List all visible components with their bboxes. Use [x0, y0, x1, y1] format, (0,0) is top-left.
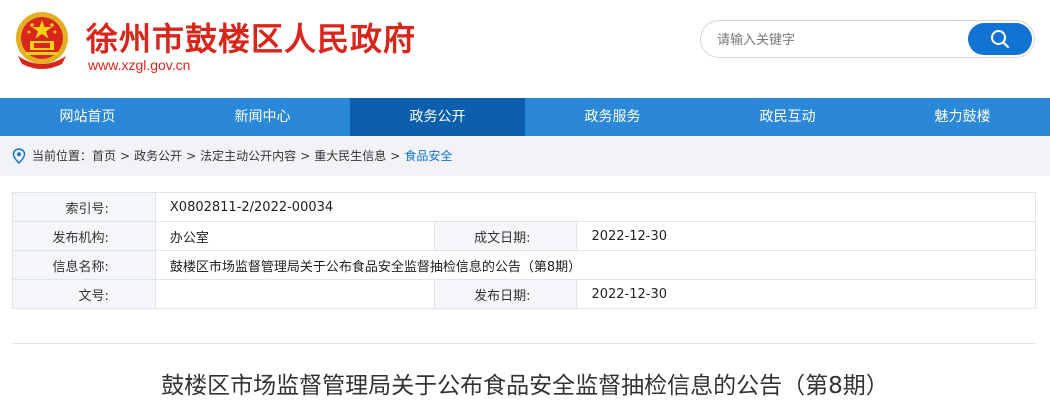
site-title[interactable]: 徐州市鼓楼区人民政府 [86, 14, 416, 60]
breadcrumb-separator: > [300, 148, 311, 163]
nav-item-gov-affairs[interactable]: 政务公开 [350, 98, 525, 136]
document-number-label: 文号: [12, 279, 156, 309]
index-number-label: 索引号: [12, 192, 156, 222]
breadcrumb-separator: > [390, 148, 401, 163]
info-name-value: 鼓楼区市场监督管理局关于公布食品安全监督抽检信息的公告（第8期） [154, 250, 1037, 280]
nav-item-charm-gulou[interactable]: 魅力鼓楼 [875, 98, 1050, 136]
breadcrumb-livelihood[interactable]: 重大民生信息 [314, 147, 386, 164]
index-number-value: X0802811-2/2022-00034 [154, 192, 1037, 222]
published-date-value: 2022-12-30 [576, 279, 1036, 309]
site-header: 徐州市鼓楼区人民政府 www.xzgl.gov.cn [0, 0, 1050, 98]
national-emblem-icon [16, 12, 68, 69]
table-row: 信息名称: 鼓楼区市场监督管理局关于公布食品安全监督抽检信息的公告（第8期） [12, 250, 1037, 280]
publisher-value: 办公室 [154, 221, 435, 251]
publisher-label: 发布机构: [12, 221, 156, 251]
site-url[interactable]: www.xzgl.gov.cn [88, 57, 190, 73]
breadcrumb-separator: > [186, 148, 197, 163]
breadcrumb-separator: > [120, 148, 131, 163]
main-nav: 网站首页 新闻中心 政务公开 政务服务 政民互动 魅力鼓楼 [0, 98, 1050, 136]
table-row: 发布机构: 办公室 成文日期: 2022-12-30 [12, 221, 1036, 251]
search-input[interactable] [717, 29, 957, 51]
table-row: 索引号: X0802811-2/2022-00034 [12, 192, 1037, 222]
created-date-label: 成文日期: [433, 221, 578, 251]
breadcrumb: 当前位置： 首页 > 政务公开 > 法定主动公开内容 > 重大民生信息 > 食品… [12, 147, 452, 164]
breadcrumb-food-safety[interactable]: 食品安全 [404, 147, 452, 164]
search-button[interactable] [968, 23, 1032, 55]
nav-item-home[interactable]: 网站首页 [0, 98, 175, 136]
article-title: 鼓楼区市场监督管理局关于公布食品安全监督抽检信息的公告（第8期） [161, 373, 889, 399]
document-info-table: 索引号: X0802811-2/2022-00034 发布机构: 办公室 成文日… [12, 192, 1037, 309]
search-icon [991, 30, 1010, 49]
document-number-value [154, 279, 435, 309]
created-date-value: 2022-12-30 [576, 221, 1036, 251]
nav-item-gov-services[interactable]: 政务服务 [525, 98, 700, 136]
table-row: 文号: 发布日期: 2022-12-30 [12, 279, 1036, 309]
breadcrumb-home[interactable]: 首页 [92, 147, 116, 164]
location-pin-icon [12, 147, 26, 164]
search-box [700, 20, 1035, 58]
info-name-label: 信息名称: [12, 250, 156, 280]
breadcrumb-bar: 当前位置： 首页 > 政务公开 > 法定主动公开内容 > 重大民生信息 > 食品… [0, 136, 1050, 176]
breadcrumb-statutory-disclosure[interactable]: 法定主动公开内容 [200, 147, 296, 164]
divider [12, 343, 1036, 344]
breadcrumb-prefix: 当前位置： [32, 149, 93, 163]
breadcrumb-gov-affairs[interactable]: 政务公开 [134, 147, 182, 164]
nav-item-news[interactable]: 新闻中心 [175, 98, 350, 136]
nav-item-interaction[interactable]: 政民互动 [700, 98, 875, 136]
published-date-label: 发布日期: [433, 279, 578, 309]
